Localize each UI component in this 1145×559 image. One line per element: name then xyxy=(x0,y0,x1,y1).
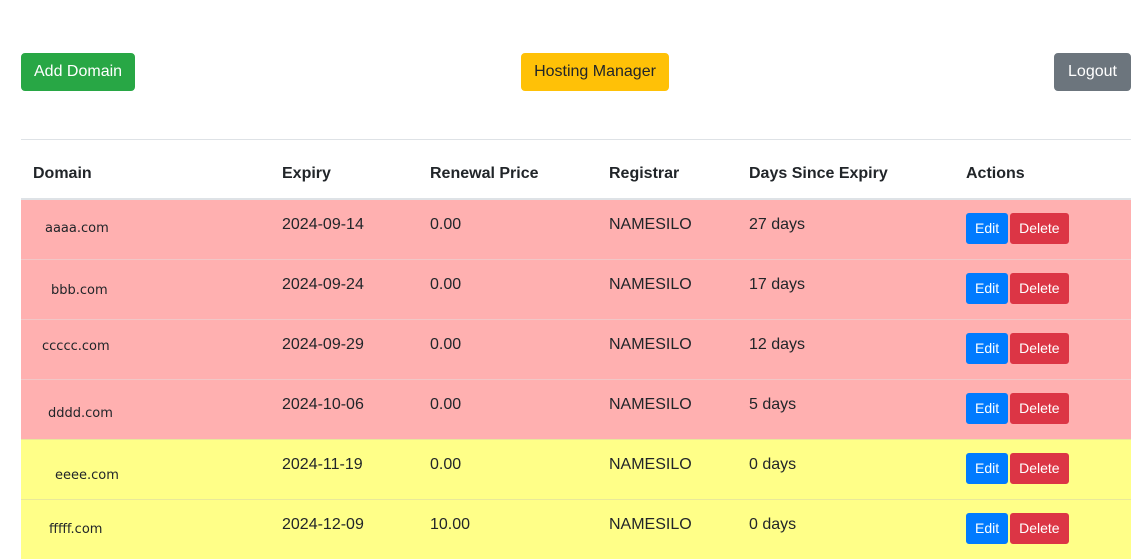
actions-cell: Edit Delete xyxy=(954,378,1131,439)
domain-name: aaaa.com xyxy=(45,221,109,236)
domain-cell: dddd.com xyxy=(21,378,270,439)
actions-cell: Edit Delete xyxy=(954,258,1131,319)
delete-button[interactable]: Delete xyxy=(1010,332,1069,364)
days-cell: 27 days xyxy=(737,198,954,259)
header-actions: Actions xyxy=(954,150,1131,200)
logout-button[interactable]: Logout xyxy=(1054,53,1131,91)
domain-cell: bbb.com xyxy=(21,258,270,319)
expiry-cell: 2024-09-24 xyxy=(270,258,418,319)
table-row: dddd.com 2024-10-06 0.00 NAMESILO 5 days… xyxy=(21,378,1131,439)
registrar-cell: NAMESILO xyxy=(597,198,737,259)
days-cell: 0 days xyxy=(737,498,954,559)
days-cell: 12 days xyxy=(737,318,954,379)
edit-button[interactable]: Edit xyxy=(966,213,1009,244)
domain-name: bbb.com xyxy=(51,282,108,298)
actions-cell: Edit Delete xyxy=(954,318,1131,379)
days-cell: 17 days xyxy=(737,258,954,319)
price-cell: 0.00 xyxy=(418,258,597,319)
table-header-row: Domain Expiry Renewal Price Registrar Da… xyxy=(21,150,1131,200)
delete-button[interactable]: Delete xyxy=(1010,213,1069,244)
price-cell: 0.00 xyxy=(418,438,597,499)
edit-button[interactable]: Edit xyxy=(966,332,1009,364)
actions-cell: Edit Delete xyxy=(954,498,1131,559)
expiry-cell: 2024-09-29 xyxy=(270,318,418,379)
expiry-cell: 2024-11-19 xyxy=(270,438,418,499)
price-cell: 10.00 xyxy=(418,498,597,559)
table-row: aaaa.com 2024-09-14 0.00 NAMESILO 27 day… xyxy=(21,198,1131,259)
table-row: eeee.com 2024-11-19 0.00 NAMESILO 0 days… xyxy=(21,438,1131,499)
price-cell: 0.00 xyxy=(418,198,597,259)
domain-cell: ccccc.com xyxy=(21,318,270,379)
price-cell: 0.00 xyxy=(418,318,597,379)
price-cell: 0.00 xyxy=(418,378,597,439)
edit-button[interactable]: Edit xyxy=(966,512,1009,544)
table-row: bbb.com 2024-09-24 0.00 NAMESILO 17 days… xyxy=(21,258,1131,319)
actions-cell: Edit Delete xyxy=(954,198,1131,259)
domain-name: fffff.com xyxy=(49,521,103,537)
expiry-cell: 2024-09-14 xyxy=(270,198,418,259)
header-domain: Domain xyxy=(21,150,270,200)
domain-cell: fffff.com xyxy=(21,498,270,559)
registrar-cell: NAMESILO xyxy=(597,498,737,559)
expiry-cell: 2024-12-09 xyxy=(270,498,418,559)
header-expiry: Expiry xyxy=(270,150,418,200)
delete-button[interactable]: Delete xyxy=(1010,392,1069,424)
actions-cell: Edit Delete xyxy=(954,438,1131,499)
header-divider xyxy=(21,139,1131,140)
edit-button[interactable]: Edit xyxy=(966,452,1009,484)
days-cell: 5 days xyxy=(737,378,954,439)
header-renewal-price: Renewal Price xyxy=(418,150,597,200)
delete-button[interactable]: Delete xyxy=(1010,272,1069,304)
domain-name: dddd.com xyxy=(48,405,113,421)
domains-table: Domain Expiry Renewal Price Registrar Da… xyxy=(21,150,1131,559)
days-cell: 0 days xyxy=(737,438,954,499)
registrar-cell: NAMESILO xyxy=(597,258,737,319)
domain-cell: aaaa.com xyxy=(21,198,270,259)
registrar-cell: NAMESILO xyxy=(597,318,737,379)
add-domain-button[interactable]: Add Domain xyxy=(21,53,135,91)
hosting-manager-button[interactable]: Hosting Manager xyxy=(521,53,669,91)
delete-button[interactable]: Delete xyxy=(1010,512,1069,544)
domain-name: eeee.com xyxy=(55,467,119,483)
table-row: ccccc.com 2024-09-29 0.00 NAMESILO 12 da… xyxy=(21,318,1131,379)
edit-button[interactable]: Edit xyxy=(966,392,1009,424)
table-row: fffff.com 2024-12-09 10.00 NAMESILO 0 da… xyxy=(21,498,1131,559)
registrar-cell: NAMESILO xyxy=(597,378,737,439)
header-days-since-expiry: Days Since Expiry xyxy=(737,150,954,200)
domain-cell: eeee.com xyxy=(21,438,270,499)
delete-button[interactable]: Delete xyxy=(1010,452,1069,484)
registrar-cell: NAMESILO xyxy=(597,438,737,499)
expiry-cell: 2024-10-06 xyxy=(270,378,418,439)
domain-name: ccccc.com xyxy=(42,338,110,354)
header-registrar: Registrar xyxy=(597,150,737,200)
edit-button[interactable]: Edit xyxy=(966,272,1009,304)
